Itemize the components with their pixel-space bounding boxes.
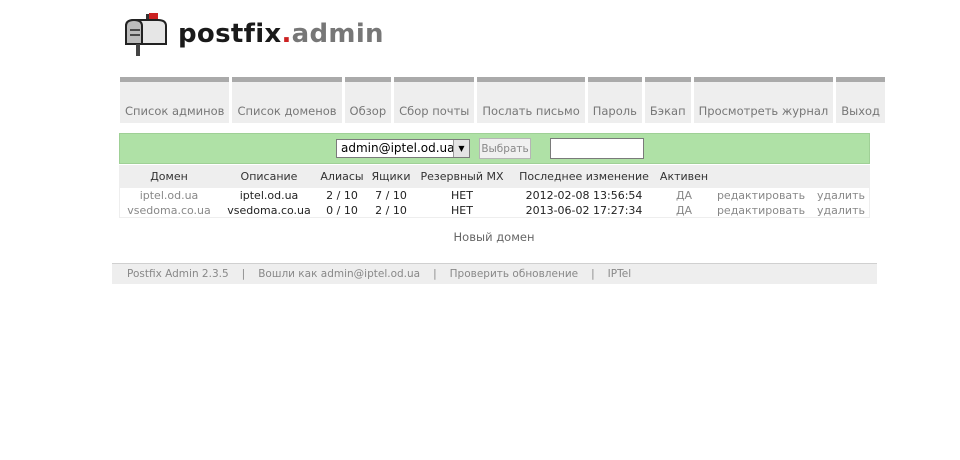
new-domain-link[interactable]: Новый домен <box>419 230 569 244</box>
delete-link[interactable]: удалить <box>815 188 867 203</box>
admin-select-value: admin@iptel.od.ua <box>341 141 455 155</box>
logo[interactable]: postfix.admin <box>122 10 384 58</box>
table-header: Домен Описание Алиасы Ящики Резервный MX… <box>119 165 870 187</box>
header-active: Активен <box>659 169 709 183</box>
header-aliases: Алиасы <box>320 169 364 183</box>
nav-password[interactable]: Пароль <box>587 77 642 123</box>
backup-mx-value: НЕТ <box>451 204 473 217</box>
nav-send-mail[interactable]: Послать письмо <box>477 77 585 123</box>
nav-backup[interactable]: Бэкап <box>644 77 691 123</box>
check-update-link[interactable]: Проверить обновление <box>450 268 578 280</box>
logo-sub: admin <box>291 19 384 49</box>
domain-description: vsedoma.co.ua <box>227 204 311 217</box>
table-row: vsedoma.co.ua vsedoma.co.ua 0 / 10 2 / 1… <box>119 203 870 218</box>
domain-link[interactable]: iptel.od.ua <box>119 188 219 203</box>
admin-select[interactable]: admin@iptel.od.ua ▼ <box>336 139 470 158</box>
header-mailboxes: Ящики <box>371 169 411 183</box>
footer-separator: | <box>241 268 246 280</box>
active-toggle[interactable]: ДА <box>661 203 707 218</box>
edit-link[interactable]: редактировать <box>707 203 815 218</box>
footer-logged-in: Вошли как admin@iptel.od.ua <box>258 268 421 280</box>
edit-link[interactable]: редактировать <box>707 188 815 203</box>
aliases-count: 0 / 10 <box>326 204 358 217</box>
header-last-modified: Последнее изменение <box>519 169 649 183</box>
delete-link[interactable]: удалить <box>815 203 867 218</box>
header-domain: Домен <box>150 169 188 183</box>
footer: Postfix Admin 2.3.5 | Вошли как admin@ip… <box>112 263 877 284</box>
search-input[interactable] <box>550 138 644 159</box>
footer-separator: | <box>591 268 595 280</box>
footer-version-link[interactable]: Postfix Admin 2.3.5 <box>127 268 229 280</box>
mailbox-icon <box>125 13 167 56</box>
nav-admin-list[interactable]: Список админов <box>120 77 230 123</box>
logo-text: postfix.admin <box>178 21 384 47</box>
header-backup-mx: Резервный MX <box>420 169 504 183</box>
last-modified-value: 2012-02-08 13:56:54 <box>525 189 643 202</box>
logo-dot: . <box>281 19 292 49</box>
mailboxes-count: 2 / 10 <box>375 204 407 217</box>
nav-fetchmail[interactable]: Сбор почты <box>394 77 475 123</box>
nav-domain-list[interactable]: Список доменов <box>232 77 342 123</box>
footer-separator: | <box>433 268 437 280</box>
domain-description: iptel.od.ua <box>239 189 299 202</box>
select-button[interactable]: Выбрать <box>479 138 531 159</box>
aliases-count: 2 / 10 <box>326 189 358 202</box>
backup-mx-value: НЕТ <box>451 189 473 202</box>
nav-view-log[interactable]: Просмотреть журнал <box>693 77 834 123</box>
chevron-down-icon[interactable]: ▼ <box>453 140 469 157</box>
domain-link[interactable]: vsedoma.co.ua <box>119 203 219 218</box>
iptel-link[interactable]: IPTel <box>608 268 631 280</box>
logo-main: postfix <box>178 19 282 49</box>
nav-logout[interactable]: Выход <box>836 77 885 123</box>
main-nav: Список админов Список доменов Обзор Сбор… <box>120 77 885 123</box>
last-modified-value: 2013-06-02 17:27:34 <box>525 204 643 217</box>
nav-overview[interactable]: Обзор <box>344 77 392 123</box>
mailboxes-count: 7 / 10 <box>375 189 407 202</box>
header-description: Описание <box>240 169 298 183</box>
filter-bar: admin@iptel.od.ua ▼ Выбрать <box>119 133 870 164</box>
active-toggle[interactable]: ДА <box>661 188 707 203</box>
table-row: iptel.od.ua iptel.od.ua 2 / 10 7 / 10 НЕ… <box>119 188 870 203</box>
